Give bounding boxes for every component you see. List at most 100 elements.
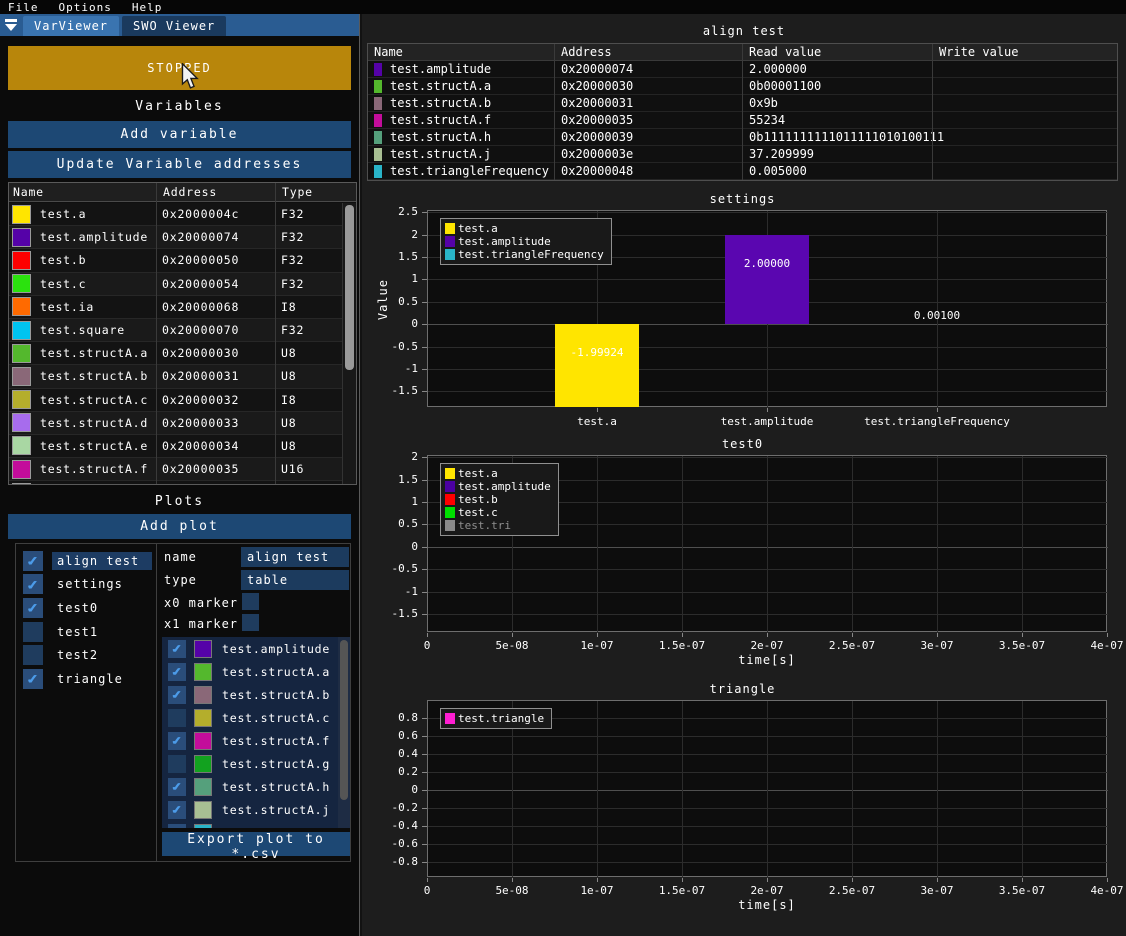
plot-variables-scrollbar[interactable] <box>338 637 350 828</box>
x1-marker-checkbox[interactable] <box>242 614 259 631</box>
variable-type: U16 <box>274 462 343 476</box>
legend-item[interactable]: test.amplitude <box>445 235 604 248</box>
plot-variable-item[interactable]: test.structA.f <box>162 729 350 752</box>
variable-enabled-checkbox[interactable] <box>168 824 186 829</box>
y-tick-label: 2.5 <box>362 205 418 218</box>
add-plot-button[interactable]: Add plot <box>8 514 351 539</box>
y-tick-mark <box>422 457 427 458</box>
menu-options[interactable]: Options <box>59 1 112 14</box>
legend-item[interactable]: test.c <box>445 506 551 519</box>
variable-address: 0x20000068 <box>155 300 274 314</box>
legend-item[interactable]: test.tri <box>445 519 551 532</box>
plot-list-item-settings[interactable]: settings <box>16 573 156 597</box>
plot-variable-item[interactable]: test.structA.j <box>162 798 350 821</box>
plot-enabled-checkbox[interactable] <box>23 669 43 689</box>
plot-variable-item[interactable]: test.structA.c <box>162 706 350 729</box>
variable-address: 0x20000054 <box>155 277 274 291</box>
legend-item[interactable]: test.b <box>445 493 551 506</box>
export-csv-button[interactable]: Export plot to *.csv <box>162 832 350 856</box>
gridline <box>682 456 683 633</box>
legend-item[interactable]: test.a <box>445 467 551 480</box>
update-variable-addresses-button[interactable]: Update Variable addresses <box>8 151 351 178</box>
column-header-address: Address <box>156 185 275 199</box>
table-row[interactable]: test.structA.e0x20000034U8 <box>9 435 343 458</box>
table-row[interactable]: test.structA.a0x20000030U8 <box>9 342 343 365</box>
y-tick-mark <box>422 480 427 481</box>
tab-list-dropdown-icon[interactable] <box>2 15 20 35</box>
y-tick-label: 0.6 <box>362 729 418 742</box>
menu-help[interactable]: Help <box>132 1 163 14</box>
variable-color-swatch <box>12 367 31 386</box>
variable-name: test.structA.b <box>222 688 330 702</box>
variable-name-cell: test.structA.f <box>368 113 554 127</box>
plot-variable-item[interactable]: test.structA.g <box>162 752 350 775</box>
plot-name-input[interactable] <box>241 547 349 567</box>
legend-item[interactable]: test.a <box>445 222 604 235</box>
scrollbar-thumb[interactable] <box>340 640 348 800</box>
plot-enabled-checkbox[interactable] <box>23 645 43 665</box>
variable-name: test.structA.c <box>31 393 155 407</box>
plot-variable-item[interactable]: test.structA.b <box>162 683 350 706</box>
plot-enabled-checkbox[interactable] <box>23 574 43 594</box>
y-tick-label: -1.5 <box>362 607 418 620</box>
table-row[interactable]: test.square0x20000070F32 <box>9 319 343 342</box>
legend-item[interactable]: test.triangleFrequency <box>445 248 604 261</box>
table-row[interactable]: test.amplitude0x20000074F32 <box>9 226 343 249</box>
plot-list-item-triangle[interactable]: triangle <box>16 667 156 691</box>
status-stopped-button[interactable]: STOPPED <box>8 46 351 90</box>
table-row[interactable]: test.structA.f0x20000035U16 <box>9 458 343 481</box>
variable-enabled-checkbox[interactable] <box>168 686 186 704</box>
plot-type-select[interactable] <box>241 570 349 590</box>
plot-list-item-test2[interactable]: test2 <box>16 643 156 667</box>
variable-name: test.amplitude <box>222 642 330 656</box>
tab-swo-viewer[interactable]: SWO Viewer <box>122 16 226 36</box>
tab-varviewer[interactable]: VarViewer <box>23 16 119 36</box>
x1-marker-label: x1 marker <box>164 617 238 631</box>
variable-enabled-checkbox[interactable] <box>168 755 186 773</box>
variable-color-swatch <box>12 297 31 316</box>
plot-enabled-checkbox[interactable] <box>23 551 43 571</box>
table-row[interactable]: test.a0x2000004cF32 <box>9 203 343 226</box>
menu-bar: File Options Help <box>0 0 1126 14</box>
variable-name-cell: test.triangleFrequency <box>368 164 554 178</box>
table-row[interactable]: test.structA.d0x20000033U8 <box>9 412 343 435</box>
table-row[interactable]: test.structA.c0x20000032I8 <box>9 389 343 412</box>
variable-name-cell: test.structA.b <box>368 96 554 110</box>
gridline <box>428 844 1108 845</box>
variable-address: 0x20000074 <box>554 62 742 76</box>
x0-marker-checkbox[interactable] <box>242 593 259 610</box>
legend-item[interactable]: test.amplitude <box>445 480 551 493</box>
table-row[interactable]: test.b0x20000050F32 <box>9 249 343 272</box>
plot-variable-item[interactable]: test.structA.h <box>162 775 350 798</box>
plot-variable-item[interactable]: test.amplitude <box>162 637 350 660</box>
plot-list-item-test1[interactable]: test1 <box>16 620 156 644</box>
legend-item[interactable]: test.triangle <box>445 712 544 725</box>
read-value: 0x9b <box>742 96 932 110</box>
table-row[interactable]: test.structA.g0x20000036U8 <box>9 481 343 484</box>
plot-enabled-checkbox[interactable] <box>23 598 43 618</box>
plot-variable-item[interactable]: test.triangleFrequency <box>162 821 350 828</box>
menu-file[interactable]: File <box>8 1 39 14</box>
variable-enabled-checkbox[interactable] <box>168 663 186 681</box>
table-row[interactable]: test.ia0x20000068I8 <box>9 296 343 319</box>
plot-enabled-checkbox[interactable] <box>23 622 43 642</box>
x-tick-label: 2e-07 <box>727 884 807 897</box>
plot-variable-item[interactable]: test.structA.a <box>162 660 350 683</box>
variable-enabled-checkbox[interactable] <box>168 801 186 819</box>
variable-enabled-checkbox[interactable] <box>168 709 186 727</box>
table-row[interactable]: test.structA.b0x20000031U8 <box>9 365 343 388</box>
y-tick-mark <box>422 235 427 236</box>
variable-color-swatch <box>12 205 31 224</box>
variable-enabled-checkbox[interactable] <box>168 732 186 750</box>
plot-list-item-test0[interactable]: test0 <box>16 596 156 620</box>
x-tick-mark <box>682 633 683 637</box>
plot-list-item-align-test[interactable]: align test <box>16 549 156 573</box>
scrollbar-thumb[interactable] <box>345 205 354 370</box>
read-value: 55234 <box>742 113 932 127</box>
plot-name-label: name <box>164 550 197 564</box>
variables-table-scrollbar[interactable] <box>342 203 356 484</box>
add-variable-button[interactable]: Add variable <box>8 121 351 148</box>
table-row[interactable]: test.c0x20000054F32 <box>9 273 343 296</box>
variable-enabled-checkbox[interactable] <box>168 778 186 796</box>
variable-enabled-checkbox[interactable] <box>168 640 186 658</box>
